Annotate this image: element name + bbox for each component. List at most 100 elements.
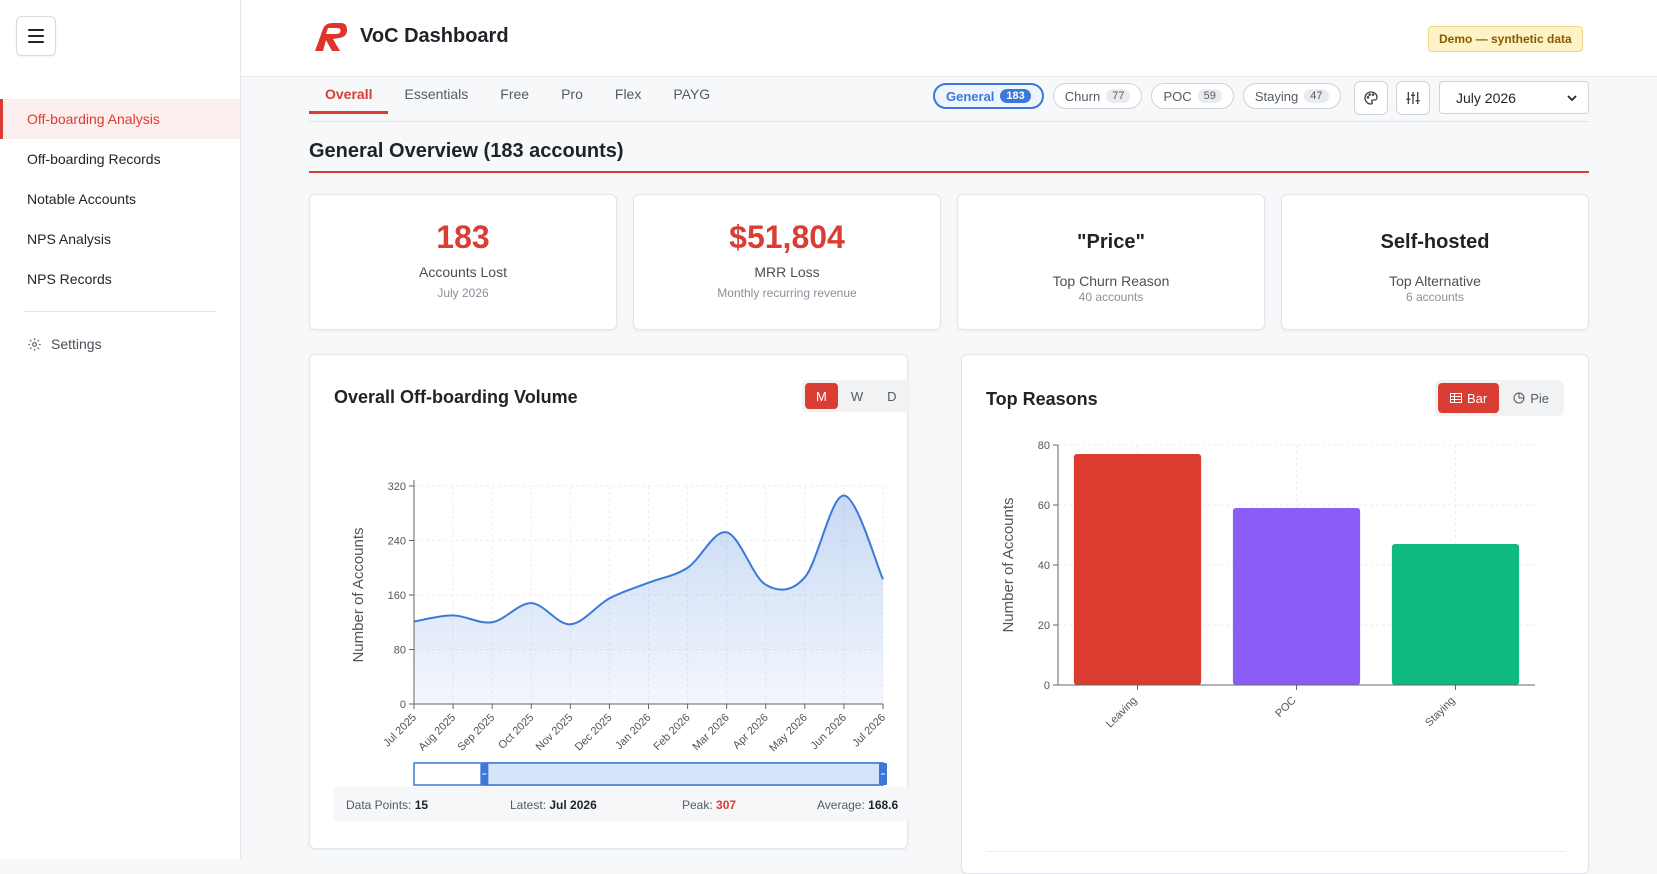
x-tick-label: Oct 2025: [496, 712, 536, 752]
theme-button[interactable]: [1354, 81, 1388, 115]
sidebar-item-settings[interactable]: Settings: [0, 324, 240, 364]
x-tick-label: Leaving: [1104, 695, 1140, 731]
y-axis-label: Number of Accounts: [1000, 497, 1017, 632]
kpi-value: 183: [436, 219, 490, 255]
top-bar: VoC Dashboard Demo — synthetic data: [241, 0, 1657, 77]
tab-pro[interactable]: Pro: [545, 80, 599, 114]
area-fill: [414, 495, 883, 704]
filter-label: General: [946, 88, 995, 104]
table-icon: [1450, 393, 1462, 403]
volume-area-chart: 0 80 160 240 320 Jul 2025Aug 2025Sep 2025 Oct …: [350, 480, 888, 786]
stat-peak: Peak: 307: [682, 798, 737, 812]
filter-count: 47: [1304, 89, 1329, 103]
bar: [1232, 508, 1361, 685]
x-tick-label: Feb 2026: [651, 712, 692, 753]
kpi-label: MRR Loss: [754, 264, 820, 280]
filter-poc[interactable]: POC 59: [1151, 83, 1234, 109]
chart-type-toggle: Bar Pie: [1435, 380, 1565, 416]
filter-settings-button[interactable]: [1396, 81, 1430, 115]
range-slider-selection: [483, 762, 884, 786]
top-reasons-title: Top Reasons: [986, 389, 1098, 409]
filter-count: 59: [1197, 89, 1222, 103]
tab-essentials[interactable]: Essentials: [388, 80, 484, 114]
kpi-value: "Price": [1077, 231, 1145, 253]
x-tick-label: POC: [1273, 695, 1298, 720]
tab-payg[interactable]: PAYG: [657, 80, 726, 114]
x-tick-label: Jan 2026: [613, 712, 653, 752]
kpi-sub: July 2026: [437, 286, 489, 300]
card-footer-divider: [986, 851, 1566, 852]
bar-view-label: Bar: [1467, 390, 1488, 406]
x-tick-label: Staying: [1423, 695, 1457, 729]
palette-icon: [1364, 91, 1378, 105]
hamburger-menu-button[interactable]: [16, 16, 56, 56]
kpi-top-churn-reason: "Price" Top Churn Reason 40 accounts: [957, 194, 1265, 330]
kpi-sub: 40 accounts: [1078, 290, 1144, 304]
segment-filters: General 183 Churn 77 POC 59 Staying 47: [933, 83, 1341, 109]
sidebar-item-offboarding-records[interactable]: Off-boarding Records: [0, 139, 240, 179]
filter-label: POC: [1163, 88, 1192, 104]
tab-free[interactable]: Free: [484, 80, 545, 114]
kpi-accounts-lost: 183 Accounts Lost July 2026: [309, 194, 617, 330]
kpi-sub: Monthly recurring revenue: [717, 286, 857, 300]
x-tick-label: Sep 2025: [455, 712, 497, 754]
y-tick-label: 320: [388, 481, 406, 493]
plan-tabs: Overall Essentials Free Pro Flex PAYG: [309, 80, 726, 114]
filter-count: 77: [1106, 89, 1131, 103]
section-title: General Overview (183 accounts): [309, 140, 624, 162]
kpi-mrr-loss: $51,804 MRR Loss Monthly recurring reven…: [633, 194, 941, 330]
tab-flex[interactable]: Flex: [599, 80, 657, 114]
y-tick-label: 160: [388, 590, 406, 602]
sidebar-item-notable-accounts[interactable]: Notable Accounts: [0, 179, 240, 219]
kpi-label: Top Churn Reason: [1052, 273, 1170, 289]
filter-staying[interactable]: Staying 47: [1242, 83, 1341, 109]
bar-view-button[interactable]: Bar: [1438, 383, 1500, 413]
kpi-label: Top Alternative: [1389, 273, 1481, 289]
stat-data-points: Data Points: 15: [346, 798, 429, 812]
filter-churn[interactable]: Churn 77: [1052, 83, 1143, 109]
tabs-divider: [309, 121, 1589, 122]
y-tick-label: 80: [394, 645, 406, 657]
x-tick-label: Jul 2025: [381, 712, 419, 750]
x-tick-label: May 2026: [767, 712, 810, 755]
pie-chart-icon: [1513, 392, 1525, 404]
tab-overall[interactable]: Overall: [309, 80, 389, 114]
y-tick-label: 80: [1038, 440, 1050, 452]
demo-badge: Demo — synthetic data: [1428, 26, 1583, 52]
kpi-value: Self-hosted: [1380, 231, 1490, 253]
pie-view-button[interactable]: Pie: [1501, 383, 1561, 413]
filter-label: Churn: [1064, 88, 1101, 104]
gear-icon: [28, 337, 41, 351]
sidebar-item-nps-records[interactable]: NPS Records: [0, 259, 240, 299]
x-tick-label: Aug 2025: [416, 712, 458, 754]
bar: [1391, 544, 1520, 685]
stat-latest: Latest: Jul 2026: [510, 798, 597, 812]
hamburger-icon: [28, 29, 44, 31]
y-tick-label: 20: [1038, 620, 1050, 632]
kpi-value: $51,804: [729, 219, 845, 255]
y-tick-label: 60: [1038, 500, 1050, 512]
kpi-sub: 6 accounts: [1405, 290, 1465, 304]
sidebar-item-offboarding-analysis[interactable]: Off-boarding Analysis: [0, 99, 240, 139]
y-tick-label: 0: [400, 699, 406, 711]
volume-card: Overall Off-boarding Volume M W D 0 80 160…: [309, 354, 911, 849]
y-tick-label: 40: [1038, 560, 1050, 572]
chevron-down-icon: [1567, 95, 1577, 102]
y-tick-label: 0: [1044, 680, 1050, 692]
filter-general[interactable]: General 183: [933, 83, 1044, 109]
y-tick-label: 240: [388, 536, 406, 548]
volume-stats-bar: Data Points: 15 Latest: Jul 2026 Peak: 3…: [334, 787, 910, 821]
kpi-label: Accounts Lost: [419, 264, 507, 280]
sidebar: Off-boarding Analysis Off-boarding Recor…: [0, 0, 241, 859]
sidebar-item-nps-analysis[interactable]: NPS Analysis: [0, 219, 240, 259]
filter-label: Staying: [1254, 88, 1299, 104]
reasons-bar-chart: 0 20 40 60 80 Leaving POC Staying Number of Acco…: [1000, 440, 1535, 731]
pie-view-label: Pie: [1530, 390, 1550, 406]
x-tick-label: Apr 2026: [731, 712, 771, 752]
month-select[interactable]: July 2026: [1439, 81, 1589, 114]
filter-count: 183: [1000, 89, 1031, 103]
x-tick-label: Jul 2026: [850, 712, 888, 750]
stat-average: Average: 168.6: [817, 798, 899, 812]
section-underline: [309, 171, 1589, 173]
sliders-icon: [1406, 92, 1420, 104]
